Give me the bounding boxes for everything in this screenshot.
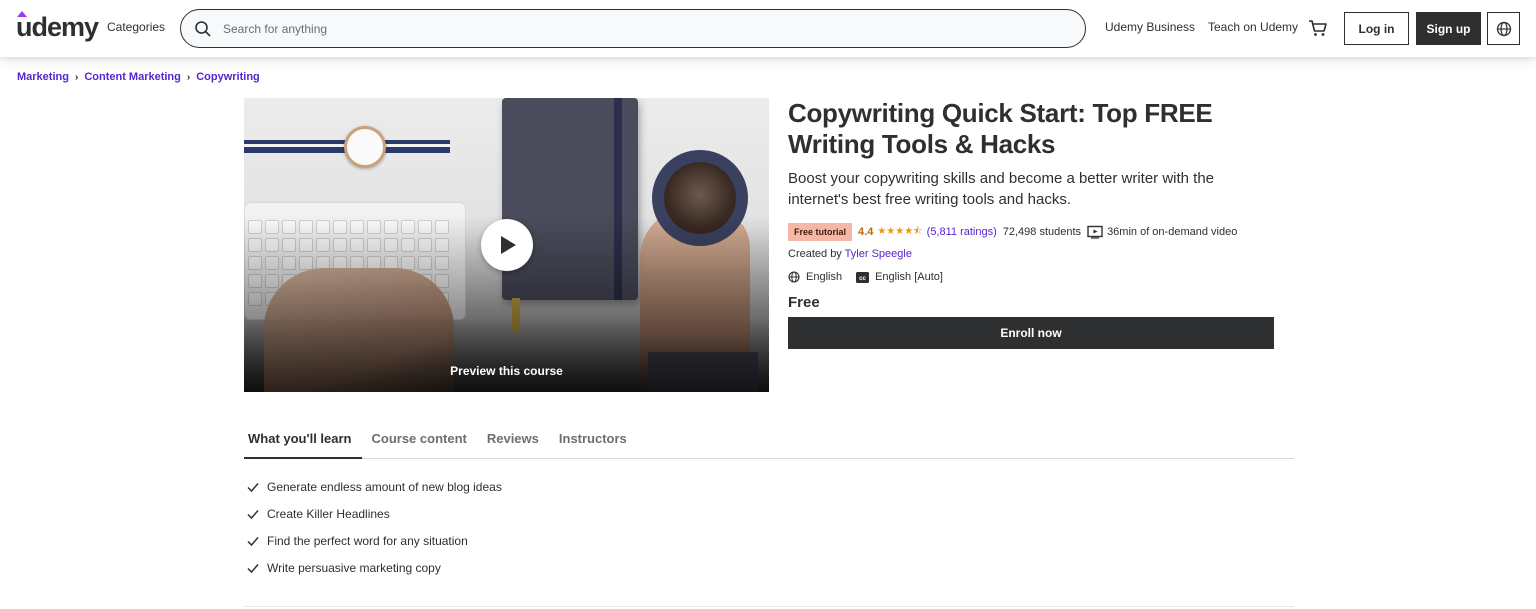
svg-text:cc: cc [859, 276, 866, 282]
course-preview-video[interactable]: Preview this course [244, 98, 769, 392]
top-header: udemy Categories Udemy Business Teach on… [0, 0, 1536, 57]
created-by: Created by Tyler Speegle [788, 248, 912, 260]
breadcrumb: Marketing › Content Marketing › Copywrit… [17, 71, 260, 83]
language-button[interactable] [1487, 12, 1520, 45]
tab-course-content[interactable]: Course content [362, 426, 477, 459]
learn-item-text: Write persuasive marketing copy [267, 560, 441, 575]
search-bar [180, 9, 1086, 48]
play-button[interactable] [481, 219, 533, 271]
course-language: English [806, 271, 843, 283]
course-tabs: What you'll learn Course content Reviews… [244, 426, 1294, 459]
section-divider [244, 606, 1294, 607]
cc-icon: cc [856, 271, 870, 283]
udemy-logo[interactable]: udemy [16, 12, 99, 43]
globe-icon [788, 271, 800, 283]
categories-menu[interactable]: Categories [107, 20, 165, 34]
search-icon[interactable] [194, 20, 212, 38]
cart-icon[interactable] [1308, 18, 1328, 38]
play-icon [501, 236, 516, 254]
learn-list: Generate endless amount of new blog idea… [246, 473, 502, 581]
list-item: Find the perfect word for any situation [246, 527, 502, 554]
preview-course-label[interactable]: Preview this course [244, 364, 769, 378]
course-title: Copywriting Quick Start: Top FREE Writin… [788, 98, 1213, 159]
tab-instructors[interactable]: Instructors [549, 426, 637, 459]
tab-reviews[interactable]: Reviews [477, 426, 549, 459]
list-item: Create Killer Headlines [246, 500, 502, 527]
created-by-label: Created by [788, 248, 842, 260]
instructor-link[interactable]: Tyler Speegle [845, 248, 912, 260]
star-rating-icon: ★★★★⯪ [877, 225, 923, 237]
course-meta: Free tutorial 4.4 ★★★★⯪ (5,811 ratings) … [788, 223, 1237, 241]
video-icon [1087, 225, 1103, 239]
learn-item-text: Find the perfect word for any situation [267, 533, 468, 548]
search-input[interactable] [223, 19, 1023, 39]
course-subtitle: Boost your copywriting skills and become… [788, 170, 1215, 208]
learn-item-text: Create Killer Headlines [267, 506, 390, 521]
course-price: Free [788, 294, 820, 311]
enroll-now-button[interactable]: Enroll now [788, 317, 1274, 349]
check-icon [247, 536, 259, 546]
course-captions: English [Auto] [875, 271, 943, 283]
free-tutorial-badge: Free tutorial [788, 223, 853, 241]
ratings-count-link[interactable]: (5,811 ratings) [927, 226, 997, 238]
tab-what-youll-learn[interactable]: What you'll learn [244, 426, 362, 459]
chevron-right-icon: › [186, 71, 191, 83]
breadcrumb-item-content-marketing[interactable]: Content Marketing [84, 71, 181, 83]
list-item: Write persuasive marketing copy [246, 554, 502, 581]
check-icon [247, 563, 259, 573]
students-count: 72,498 students [1002, 226, 1082, 238]
breadcrumb-item-marketing[interactable]: Marketing [17, 71, 69, 83]
udemy-business-link[interactable]: Udemy Business [1105, 20, 1195, 34]
rating-value: 4.4 [858, 226, 874, 238]
chevron-right-icon: › [74, 71, 79, 83]
teach-on-udemy-link[interactable]: Teach on Udemy [1208, 20, 1298, 34]
signup-button[interactable]: Sign up [1416, 12, 1481, 45]
list-item: Generate endless amount of new blog idea… [246, 473, 502, 500]
video-length: 36min of on-demand video [1107, 226, 1238, 238]
login-button[interactable]: Log in [1344, 12, 1409, 45]
check-icon [247, 482, 259, 492]
breadcrumb-item-copywriting[interactable]: Copywriting [196, 71, 260, 83]
globe-icon [1496, 21, 1511, 36]
learn-item-text: Generate endless amount of new blog idea… [267, 479, 502, 494]
check-icon [247, 509, 259, 519]
course-languages: English cc English [Auto] [788, 271, 943, 283]
